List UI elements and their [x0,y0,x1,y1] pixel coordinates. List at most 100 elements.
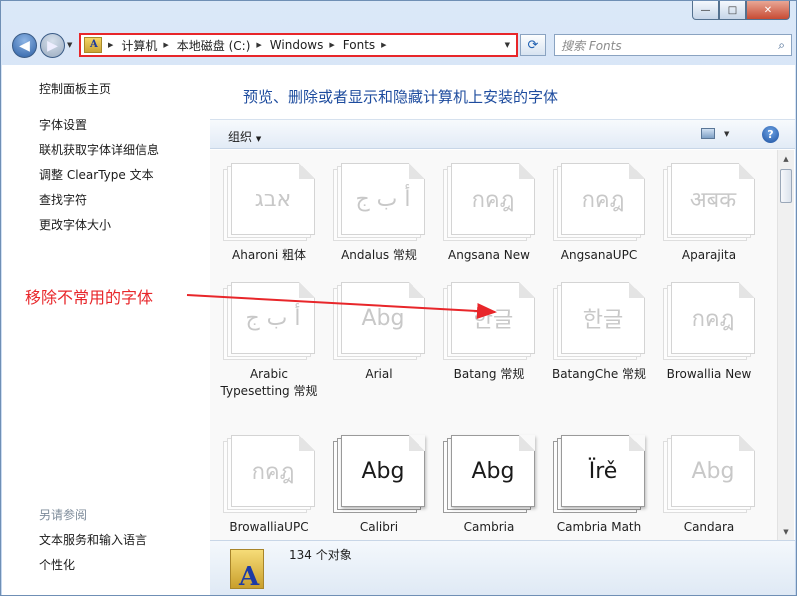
minimize-button[interactable]: — [692,1,719,20]
forward-button[interactable]: ▶ [40,33,65,58]
back-arrow-icon: ◀ [19,37,30,54]
organize-dropdown-icon: ▼ [255,135,262,143]
font-sample-text: Abg [471,458,515,484]
font-name-label: BatangChe 常规 [551,367,647,381]
font-sample-text: Ïrě [588,458,618,484]
font-item[interactable]: กคฎ Angsana New [437,163,541,264]
search-icon[interactable]: ⌕ [778,38,785,53]
get-font-info-online-link[interactable]: 联机获取字体详细信息 [39,141,159,158]
font-item[interactable]: Abg Cambria [437,435,541,536]
font-item[interactable]: Abg Candara [657,435,761,536]
font-item[interactable]: กคฎ BrowalliaUPC [217,435,321,536]
font-item[interactable]: 한글 Batang 常规 [437,282,541,383]
font-name-label: Candara [683,520,735,534]
scroll-thumb[interactable] [780,169,792,203]
font-sample-text: กคฎ [471,187,515,213]
breadcrumb-local-disk[interactable]: 本地磁盘 (C:) [177,37,251,54]
font-item[interactable]: אבג Aharoni 粗体 [217,163,321,264]
font-file-icon: אבג [223,163,315,241]
font-name-label: Aharoni 粗体 [232,248,306,262]
font-sample-text: אבג [254,186,292,212]
font-item[interactable]: Abg Calibri [327,435,431,536]
font-item[interactable]: أ ب ج Arabic Typesetting 常规 [217,282,321,400]
personalization-link[interactable]: 个性化 [39,556,75,573]
breadcrumb-separator-icon[interactable]: ▶ [381,41,386,49]
font-name-label: Browallia New [666,367,752,381]
command-bar: 组织 ▼ ▼ ? [210,119,795,149]
font-file-icon: Abg [443,435,535,513]
forward-arrow-icon: ▶ [47,37,58,54]
font-name-label: Arabic Typesetting 常规 [220,367,318,398]
breadcrumb-windows[interactable]: Windows [270,38,324,52]
font-file-icon: أ ب ج [333,163,425,241]
address-bar[interactable]: ▶ 计算机 ▶ 本地磁盘 (C:) ▶ Windows ▶ Fonts ▶ ▼ [79,33,518,57]
font-file-icon: กคฎ [223,435,315,513]
see-also-heading: 另请参阅 [39,508,88,522]
font-name-label: Angsana New [448,248,530,262]
breadcrumb-fonts[interactable]: Fonts [343,38,375,52]
change-view-icon[interactable] [701,128,715,139]
change-font-size-link[interactable]: 更改字体大小 [39,216,111,233]
find-character-link[interactable]: 查找字符 [39,191,87,208]
font-file-icon: กคฎ [553,163,645,241]
adjust-cleartype-link[interactable]: 调整 ClearType 文本 [39,166,154,183]
organize-label: 组织 [228,130,253,144]
font-file-icon: Abg [333,435,425,513]
font-sample-text: 한글 [582,308,624,333]
font-name-label: Cambria Math [556,520,642,534]
font-item[interactable]: Abg Arial [327,282,431,383]
font-item[interactable]: กคฎ AngsanaUPC [547,163,651,264]
address-dropdown-icon[interactable]: ▼ [505,41,510,49]
window-controls: — □ ✕ [692,1,790,20]
font-item[interactable]: กคฎ Browallia New [657,282,761,383]
view-options-dropdown-icon[interactable]: ▼ [724,130,729,138]
font-sample-text: Abg [691,458,735,484]
main-pane: 预览、删除或者显示和隐藏计算机上安装的字体 组织 ▼ ▼ ? אבג Aharon… [210,65,795,595]
text-services-link[interactable]: 文本服务和输入语言 [39,531,147,548]
details-pane: 134 个对象 [210,540,795,595]
font-item[interactable]: Ïrě Cambria Math [547,435,651,536]
refresh-button[interactable]: ⟳ [520,34,546,56]
font-name-label: Batang 常规 [453,367,525,381]
fonts-folder-large-icon [230,549,264,592]
breadcrumb-separator-icon[interactable]: ▶ [256,41,261,49]
font-file-icon: Ïrě [553,435,645,513]
task-sidebar: 控制面板主页 字体设置 联机获取字体详细信息 调整 ClearType 文本 查… [2,65,210,595]
font-item[interactable]: أ ب ج Andalus 常规 [327,163,431,264]
item-count: 134 个对象 [289,548,352,562]
back-button[interactable]: ◀ [12,33,37,58]
font-item[interactable]: 한글 BatangChe 常规 [547,282,651,383]
help-icon[interactable]: ? [762,126,779,143]
font-item[interactable]: अबक Aparajita [657,163,761,264]
vertical-scrollbar[interactable]: ▲ ▼ [777,150,794,540]
search-placeholder: 搜索 Fonts [561,38,622,53]
font-file-icon: Abg [663,435,755,513]
close-button[interactable]: ✕ [746,1,790,20]
scroll-up-icon[interactable]: ▲ [778,150,794,167]
breadcrumb-computer[interactable]: 计算机 [121,37,157,54]
font-sample-text: Abg [361,305,405,331]
search-input[interactable]: 搜索 Fonts ⌕ [554,34,792,56]
font-name-label: Arial [365,367,393,381]
maximize-button[interactable]: □ [719,1,746,20]
scroll-down-icon[interactable]: ▼ [778,523,794,540]
font-file-icon: 한글 [553,282,645,360]
annotation-label: 移除不常用的字体 [25,288,154,307]
font-file-icon: กคฎ [443,163,535,241]
breadcrumb-separator-icon[interactable]: ▶ [163,41,168,49]
font-name-label: Cambria [463,520,515,534]
recent-pages-dropdown-icon[interactable]: ▼ [67,41,72,49]
breadcrumb-separator-icon[interactable]: ▶ [108,41,113,49]
font-file-icon: أ ب ج [223,282,315,360]
control-panel-home-link[interactable]: 控制面板主页 [39,80,111,97]
font-sample-text: 한글 [472,308,514,333]
font-file-icon: अबक [663,163,755,241]
font-settings-link[interactable]: 字体设置 [39,116,87,133]
font-name-label: BrowalliaUPC [229,520,309,534]
breadcrumb-separator-icon[interactable]: ▶ [329,41,334,49]
organize-button[interactable]: 组织 ▼ [228,128,261,145]
font-name-label: Calibri [359,520,399,534]
font-name-label: Andalus 常规 [341,248,417,262]
font-sample-text: กคฎ [251,459,295,485]
font-sample-text: أ ب ج [355,186,411,212]
